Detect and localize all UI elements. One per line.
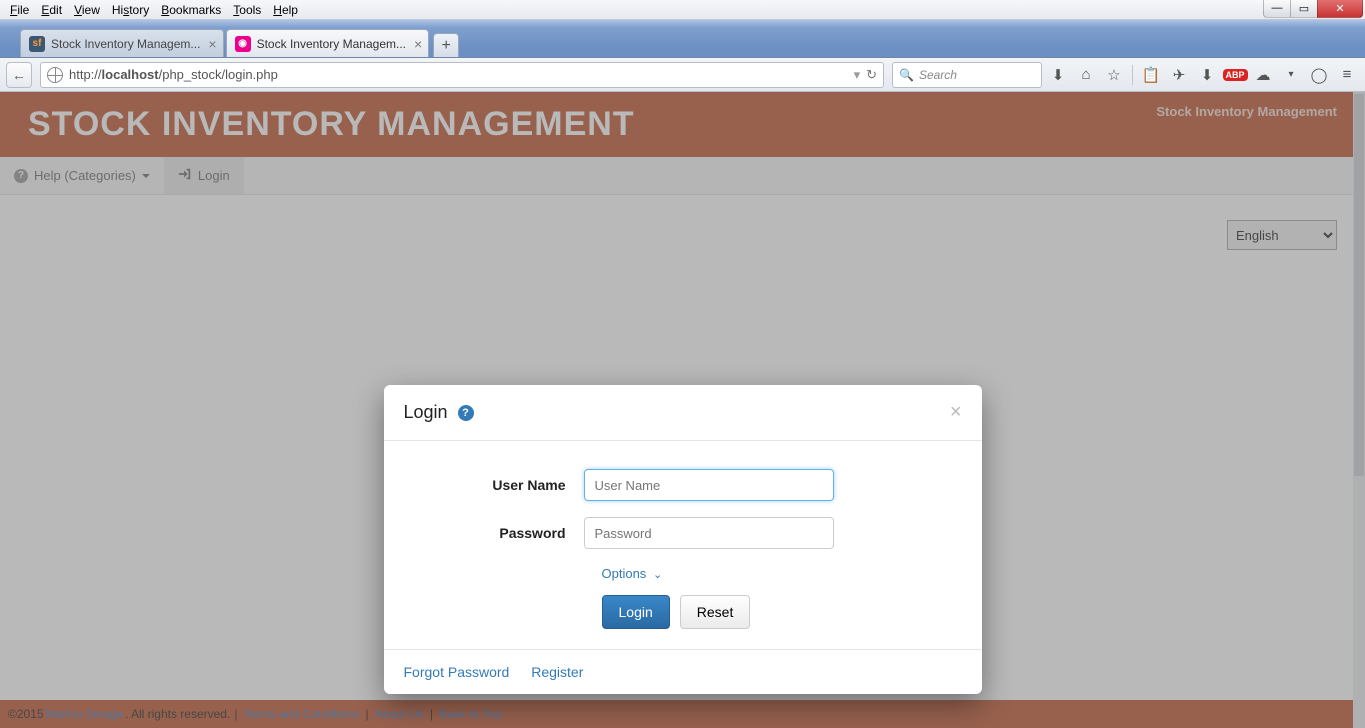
search-icon: 🔍 [899,68,914,82]
browser-tab-0[interactable]: sf Stock Inventory Managem... × [20,29,224,57]
globe-icon [47,67,63,83]
favicon-icon: sf [29,36,45,52]
window-controls: — ▭ ✕ [1264,0,1363,18]
reset-button[interactable]: Reset [680,595,751,629]
clipboard-icon[interactable]: 📋 [1139,63,1163,87]
power-icon[interactable]: ◯ [1307,63,1331,87]
reload-icon[interactable]: ↻ [866,67,877,83]
bookmark-star-icon[interactable]: ☆ [1102,63,1126,87]
password-label: Password [414,525,584,541]
window-maximize-button[interactable]: ▭ [1290,0,1318,18]
modal-close-icon[interactable]: × [950,401,962,424]
browser-toolbar: ← http://localhost/php_stock/login.php ▾… [0,58,1365,92]
hamburger-menu-icon[interactable]: ≡ [1335,63,1359,87]
username-label: User Name [414,477,584,493]
modal-header: Login × [384,385,982,441]
modal-title: Login [404,402,448,423]
send-icon[interactable]: ✈ [1167,63,1191,87]
window-close-button[interactable]: ✕ [1317,0,1363,18]
search-placeholder: Search [919,68,957,82]
password-input[interactable] [584,517,834,549]
browser-tab-1[interactable]: ◉ Stock Inventory Managem... × [226,29,430,57]
browser-search[interactable]: 🔍 Search [892,62,1042,88]
os-menu-tools[interactable]: Tools [227,1,267,19]
back-button[interactable]: ← [6,62,32,88]
page-viewport: STOCK INVENTORY MANAGEMENT Stock Invento… [0,92,1365,728]
tab-label: Stock Inventory Managem... [257,37,406,51]
favicon-icon: ◉ [235,36,251,52]
tab-close-icon[interactable]: × [208,36,216,52]
modal-footer: Forgot Password Register [384,649,982,694]
modal-help-icon[interactable] [458,405,474,421]
modal-body: User Name Password Options ⌄ Login Reset [384,441,982,649]
new-tab-button[interactable]: + [433,33,459,57]
tab-close-icon[interactable]: × [414,36,422,52]
addon-icon[interactable]: ☁ [1251,63,1275,87]
dropdown-icon[interactable]: ▾ [854,67,861,83]
os-menu-view[interactable]: View [68,1,106,19]
os-menu-help[interactable]: Help [267,1,304,19]
os-menubar: File Edit View History Bookmarks Tools H… [0,0,1365,20]
os-menu-file[interactable]: File [4,1,35,19]
login-modal: Login × User Name Password Options ⌄ Log… [384,385,982,694]
adblock-icon[interactable]: ABP [1223,63,1247,87]
options-toggle[interactable]: Options ⌄ [602,566,663,581]
username-input[interactable] [584,469,834,501]
login-button[interactable]: Login [602,595,670,629]
window-minimize-button[interactable]: — [1263,0,1291,18]
url-text: http://localhost/php_stock/login.php [69,67,278,82]
register-link[interactable]: Register [531,664,583,680]
downloads-icon[interactable]: ⬇ [1046,63,1070,87]
tab-label: Stock Inventory Managem... [51,37,200,51]
home-icon[interactable]: ⌂ [1074,63,1098,87]
download-square-icon[interactable]: ⬇ [1195,63,1219,87]
browser-tabstrip: sf Stock Inventory Managem... × ◉ Stock … [0,20,1365,58]
os-menu-history[interactable]: History [106,1,155,19]
separator [1132,65,1133,85]
chevron-down-icon: ⌄ [653,569,662,581]
url-bar[interactable]: http://localhost/php_stock/login.php ▾ ↻ [40,62,884,88]
os-menu-edit[interactable]: Edit [35,1,68,19]
dropdown-chevron-icon[interactable]: ▾ [1279,63,1303,87]
forgot-password-link[interactable]: Forgot Password [404,664,510,680]
os-menu-bookmarks[interactable]: Bookmarks [155,1,227,19]
